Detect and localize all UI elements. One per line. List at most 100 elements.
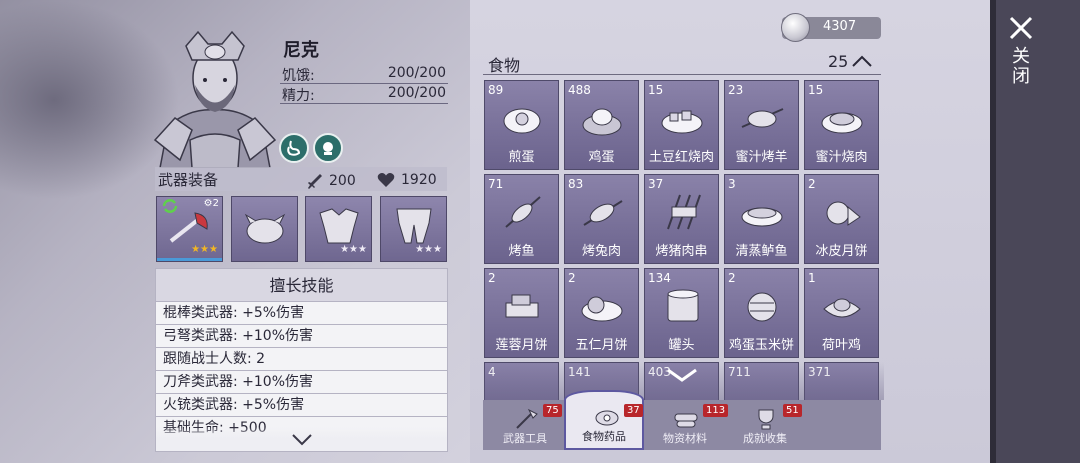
hunger-label: 饥饿:: [282, 68, 315, 84]
coin-icon: [781, 13, 810, 42]
item-honey-roast-pork[interactable]: 15 蜜汁烧肉: [804, 80, 879, 170]
skills-title: 擅长技能: [156, 269, 447, 302]
meat-icon: [595, 410, 619, 426]
item-pork-skewers[interactable]: 37 烤猪肉串: [644, 174, 719, 264]
tab-food-medicine[interactable]: 37 食物药品: [564, 390, 644, 450]
health-stat: 1920: [377, 172, 437, 188]
item-count: 2: [728, 271, 736, 285]
fried-egg-icon: [503, 108, 541, 134]
equip-slot-head[interactable]: [231, 196, 298, 262]
skill-row: 跟随战士人数: 2: [156, 348, 447, 371]
character-name: 尼克: [283, 40, 319, 61]
roast-pork-icon: [821, 112, 863, 134]
roast-rabbit-icon: [583, 200, 623, 226]
close-icon[interactable]: [1008, 15, 1034, 41]
item-lotus-leaf-chicken[interactable]: 1 荷叶鸡: [804, 268, 879, 358]
item-fried-egg[interactable]: 89 煎蛋: [484, 80, 559, 170]
mood-status-icon[interactable]: [313, 133, 343, 163]
item-name: 鸡蛋: [588, 150, 615, 165]
scroll-down-icon[interactable]: [662, 366, 702, 384]
grilled-fish-icon: [505, 196, 541, 228]
lotus-chicken-icon: [823, 298, 861, 318]
lotus-mooncake-icon: [505, 294, 539, 318]
five-nut-mooncake-icon: [581, 296, 623, 322]
health-value: 1920: [401, 172, 437, 188]
weapon-section-title: 武器装备: [158, 171, 219, 189]
tab-label: 武器工具: [503, 432, 547, 445]
item-count: 71: [488, 177, 504, 191]
skills-panel: 擅长技能 棍棒类武器: +5%伤害 弓弩类武器: +10%伤害 跟随战士人数: …: [155, 268, 448, 452]
chevron-down-icon: [291, 434, 312, 446]
item-count: 4: [488, 365, 496, 379]
corn-cake-icon: [747, 292, 777, 322]
item-count: 3: [728, 177, 736, 191]
chevron-up-icon[interactable]: [850, 52, 874, 70]
skill-row: 刀斧类武器: +10%伤害: [156, 371, 447, 394]
close-button[interactable]: 关闭: [1009, 46, 1032, 86]
item-count: 2: [488, 271, 496, 285]
tab-badge: 75: [543, 404, 562, 417]
close-panel-edge: [990, 0, 996, 463]
category-tabs: 75 武器工具 37 食物药品 113 物资材料 51 成就收集: [483, 390, 881, 450]
equip-slot-body[interactable]: ★★★: [305, 196, 372, 262]
item-count: 2: [568, 271, 576, 285]
skill-row: 棍棒类武器: +5%伤害: [156, 302, 447, 325]
energy-label: 精力:: [282, 88, 315, 104]
energy-value: 200/200: [387, 85, 446, 101]
item-name: 荷叶鸡: [821, 338, 861, 353]
food-section-title: 食物: [488, 56, 521, 75]
item-partial[interactable]: 371: [804, 362, 879, 400]
item-count: 141: [568, 365, 591, 379]
axe-icon: [516, 408, 538, 429]
trophy-icon: [758, 409, 774, 430]
equip-slot-legs[interactable]: ★★★: [380, 196, 447, 262]
skills-expand-button[interactable]: [156, 427, 447, 451]
item-count: 134: [648, 271, 671, 285]
item-name: 烤猪肉串: [655, 244, 708, 259]
item-count: 23: [728, 83, 744, 97]
steamed-fish-icon: [741, 207, 783, 227]
attack-value: 200: [329, 173, 356, 189]
weapon-durability-bar: [157, 258, 222, 261]
item-name: 莲蓉月饼: [495, 338, 548, 353]
item-partial[interactable]: 4: [484, 362, 559, 400]
can-icon: [667, 289, 699, 322]
item-partial[interactable]: 711: [724, 362, 799, 400]
tab-achievements[interactable]: 51 成就收集: [725, 400, 805, 450]
armor-stars: ★★★: [340, 244, 367, 255]
item-lotus-mooncake[interactable]: 2 莲蓉月饼: [484, 268, 559, 358]
item-snowskin-mooncake[interactable]: 2 冰皮月饼: [804, 174, 879, 264]
energy-row: 精力: 200/200: [280, 84, 448, 104]
item-count: 15: [648, 83, 664, 97]
item-egg[interactable]: 488 鸡蛋: [564, 80, 639, 170]
item-braised-pork-potato[interactable]: 15 土豆红烧肉: [644, 80, 719, 170]
leg-armor-stars: ★★★: [415, 244, 442, 255]
item-name: 土豆红烧肉: [648, 150, 714, 165]
item-count: 1: [808, 271, 816, 285]
tab-badge: 51: [783, 404, 802, 417]
item-name: 蜜汁烧肉: [815, 150, 868, 165]
tab-badge: 37: [624, 404, 643, 417]
tab-materials[interactable]: 113 物资材料: [645, 400, 729, 450]
item-steamed-perch[interactable]: 3 清蒸鲈鱼: [724, 174, 799, 264]
item-roast-rabbit[interactable]: 83 烤兔肉: [564, 174, 639, 264]
item-canned-food[interactable]: 134 罐头: [644, 268, 719, 358]
item-egg-corn-cake[interactable]: 2 鸡蛋玉米饼: [724, 268, 799, 358]
armor-icon: [319, 208, 359, 244]
item-name: 烤兔肉: [581, 244, 621, 259]
item-count: 371: [808, 365, 831, 379]
status-effects: [279, 133, 343, 163]
tab-label: 物资材料: [663, 432, 707, 445]
equip-slot-weapon[interactable]: ⚙2 ★★★: [156, 196, 223, 262]
item-grilled-fish[interactable]: 71 烤鱼: [484, 174, 559, 264]
stomach-status-icon[interactable]: [279, 133, 309, 163]
tab-weapons-tools[interactable]: 75 武器工具: [485, 400, 565, 450]
item-count: 83: [568, 177, 584, 191]
sword-icon: [308, 174, 322, 189]
item-honey-roast-lamb[interactable]: 23 蜜汁烤羊: [724, 80, 799, 170]
braised-pork-icon: [661, 110, 703, 134]
tab-label: 食物药品: [582, 430, 626, 443]
item-five-nut-mooncake[interactable]: 2 五仁月饼: [564, 268, 639, 358]
mooncake-icon: [826, 201, 861, 226]
item-name: 冰皮月饼: [815, 244, 868, 259]
